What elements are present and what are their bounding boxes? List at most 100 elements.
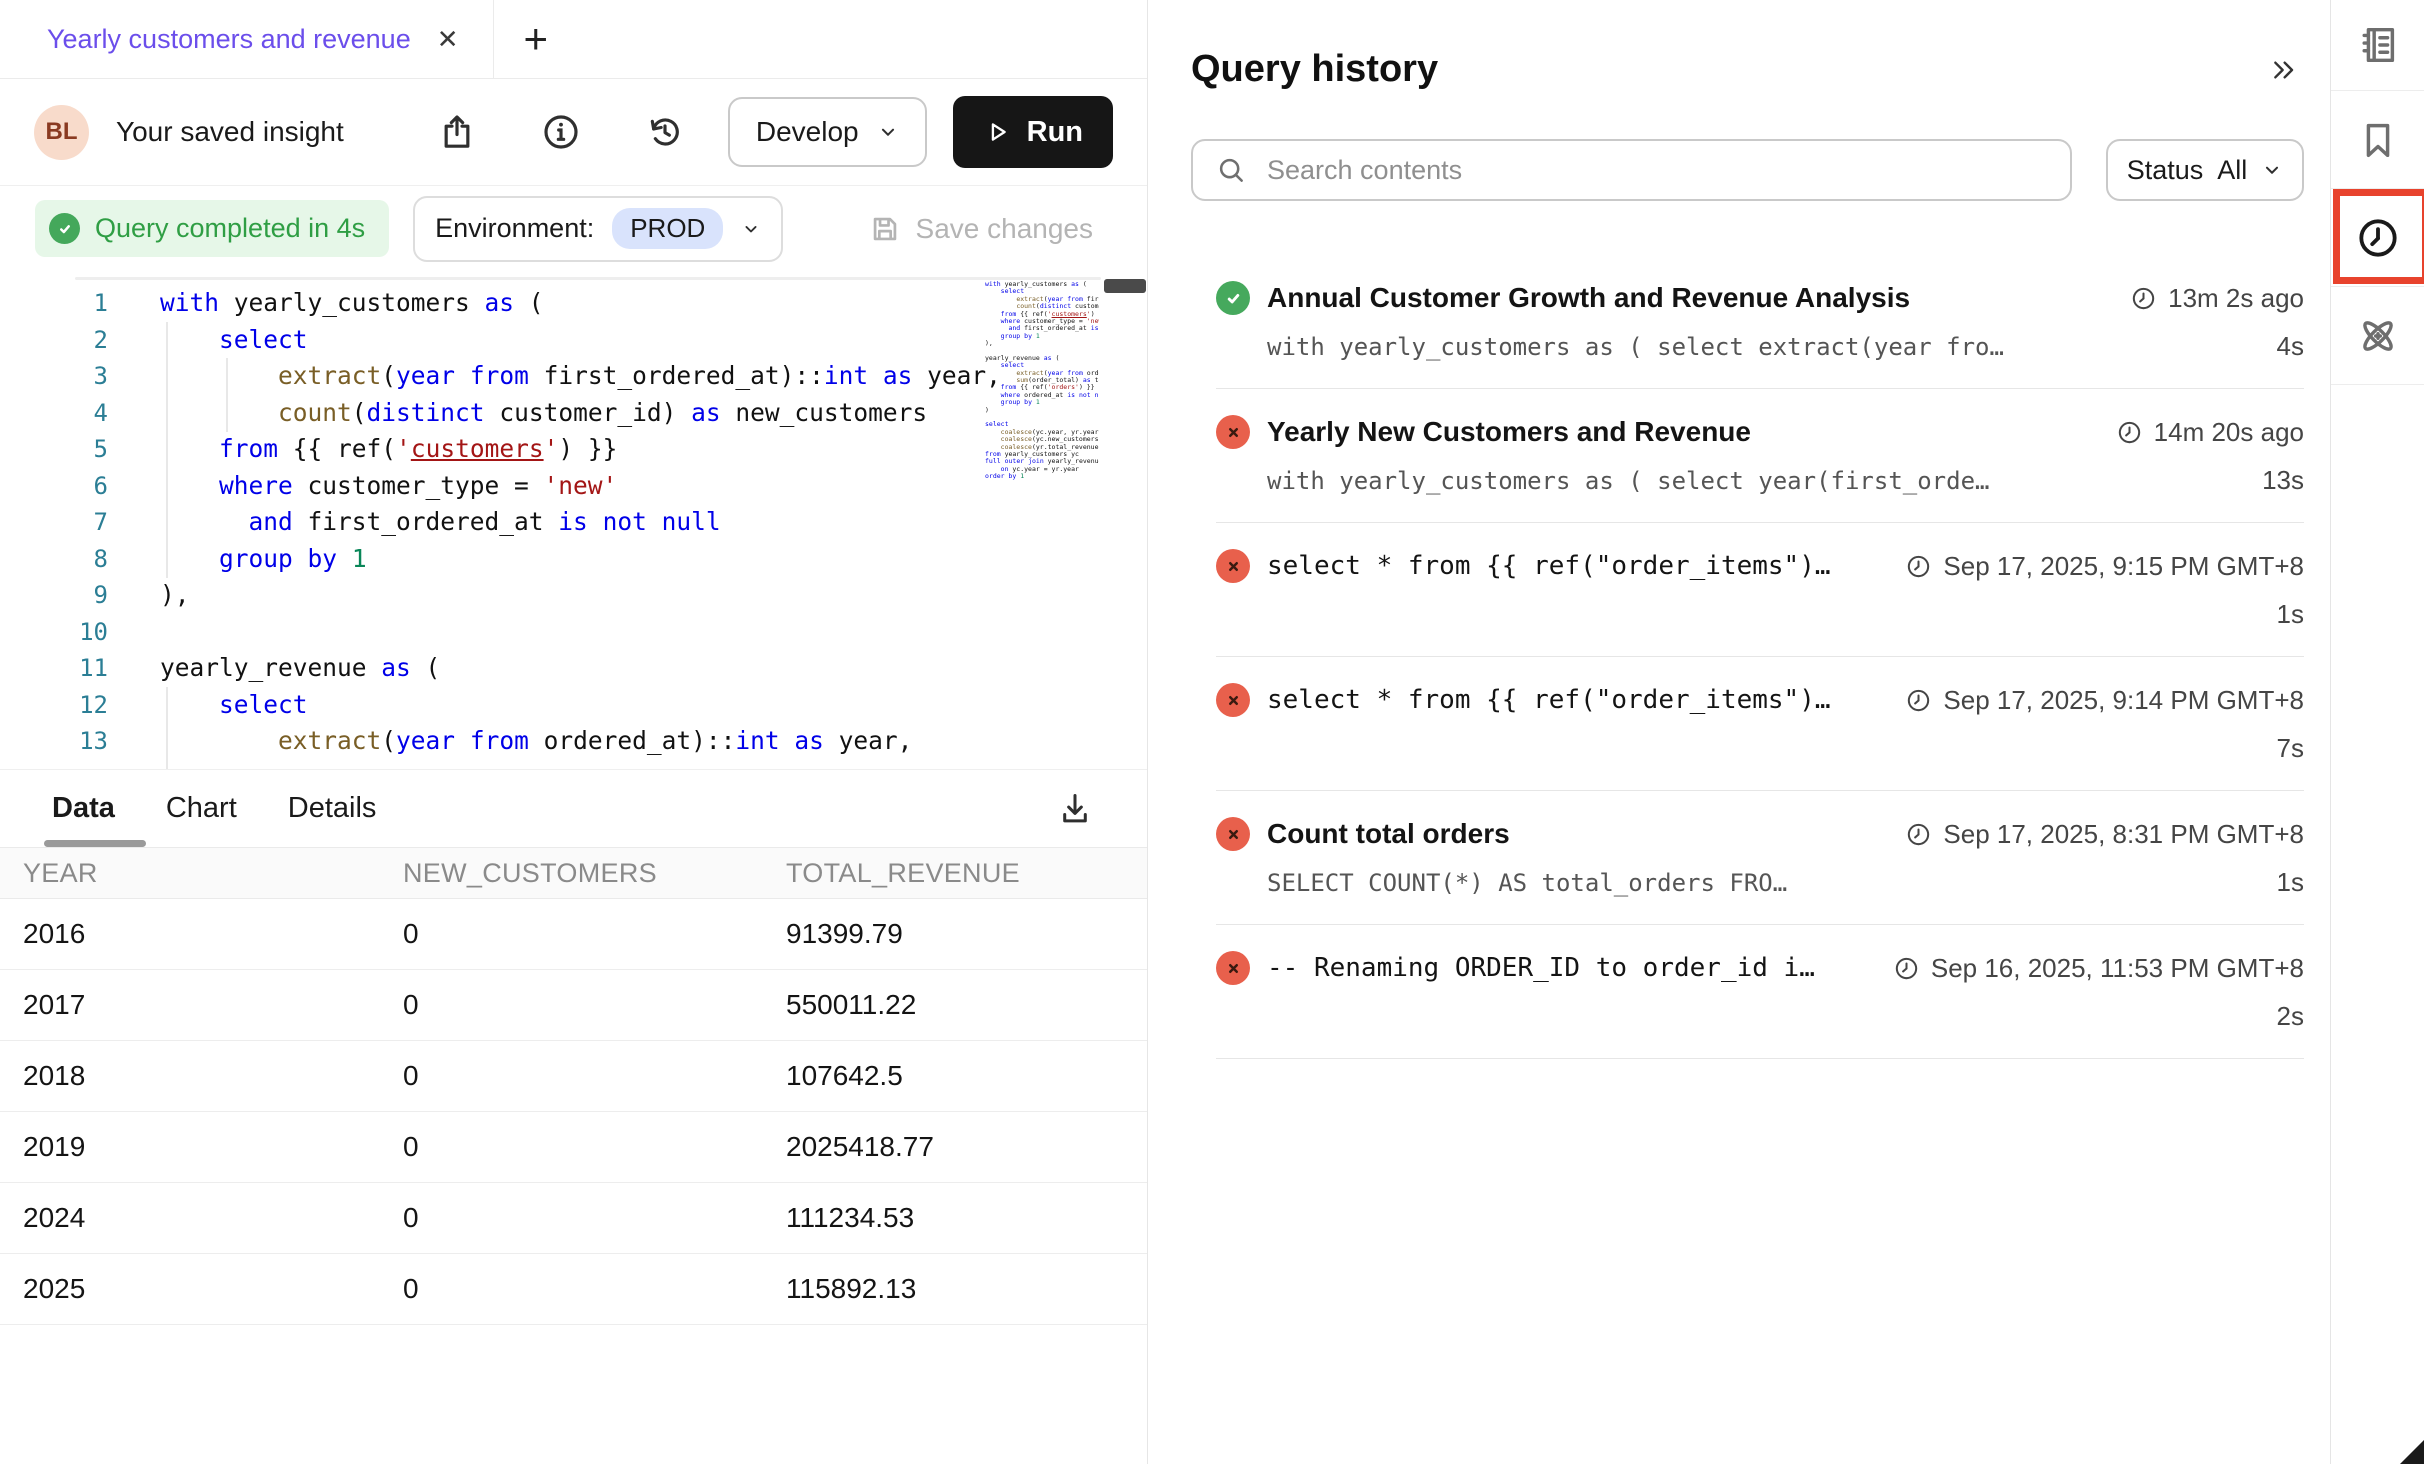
notebook-icon: [2355, 22, 2401, 68]
download-button[interactable]: [1053, 787, 1097, 831]
history-item-time: 14m 20s ago: [2116, 417, 2304, 448]
history-item[interactable]: select * from {{ ref("order_items")…Sep …: [1216, 523, 2304, 657]
line-number: 11: [0, 650, 108, 687]
editor-pane: Yearly customers and revenue ✕ + BL Your…: [0, 0, 1148, 1464]
avatar: BL: [34, 105, 89, 160]
share-button[interactable]: [434, 109, 480, 155]
bookmarks-button[interactable]: [2331, 91, 2424, 189]
table-row: 20180107642.5: [0, 1041, 1147, 1112]
editor-top-scrollbar[interactable]: [75, 277, 1101, 280]
info-button[interactable]: [538, 109, 584, 155]
history-list: Annual Customer Growth and Revenue Analy…: [1191, 255, 2304, 1059]
explore-button[interactable]: [2331, 287, 2424, 385]
play-icon: [983, 118, 1011, 146]
code-line[interactable]: select: [160, 322, 1001, 359]
version-history-button[interactable]: [642, 109, 688, 155]
error-icon: [1216, 549, 1250, 583]
table-body: 2016091399.7920170550011.2220180107642.5…: [0, 899, 1147, 1325]
develop-dropdown[interactable]: Develop: [728, 97, 927, 167]
code-line[interactable]: count(distinct customer_id) as new_custo…: [160, 395, 1001, 432]
tab-details[interactable]: Details: [288, 792, 377, 825]
save-changes-label: Save changes: [916, 213, 1093, 245]
new-tab-button[interactable]: +: [494, 0, 549, 78]
search-input[interactable]: [1265, 154, 2048, 187]
table-cell: 115892.13: [786, 1273, 1147, 1305]
code-line[interactable]: extract(year from ordered_at)::int as ye…: [160, 723, 1001, 760]
run-button[interactable]: Run: [953, 96, 1113, 168]
success-icon: [1216, 281, 1250, 315]
code-line[interactable]: [160, 614, 1001, 651]
history-item[interactable]: select * from {{ ref("order_items")…Sep …: [1216, 657, 2304, 791]
tab-yearly-customers-and-revenue[interactable]: Yearly customers and revenue ✕: [0, 0, 494, 78]
line-number: 4: [0, 395, 108, 432]
clock-icon: [2355, 215, 2401, 261]
line-number: 10: [0, 614, 108, 651]
history-item-duration: 2s: [2277, 1001, 2304, 1032]
environment-selector[interactable]: Environment: PROD: [413, 196, 783, 262]
line-number: 1: [0, 285, 108, 322]
collapse-panel-button[interactable]: [2264, 50, 2304, 90]
table-cell: 111234.53: [786, 1202, 1147, 1234]
run-label: Run: [1027, 116, 1083, 149]
history-item-time: Sep 16, 2025, 11:53 PM GMT+8: [1893, 953, 2304, 984]
code-line[interactable]: yearly_revenue as (: [160, 650, 1001, 687]
editor-scrollbar-thumb[interactable]: [1104, 279, 1146, 293]
table-cell: 2018: [23, 1060, 403, 1092]
table-cell: 0: [403, 1273, 786, 1305]
column-header[interactable]: YEAR: [23, 858, 403, 889]
tab-chart[interactable]: Chart: [166, 792, 237, 825]
sql-editor[interactable]: 12345678910111213 with yearly_customers …: [0, 271, 1147, 769]
code-line[interactable]: group by 1: [160, 541, 1001, 578]
history-item-time: Sep 17, 2025, 9:15 PM GMT+8: [1905, 551, 2304, 582]
history-icon: [645, 112, 685, 152]
status-bar: Query completed in 4s Environment: PROD …: [0, 186, 1147, 271]
status-filter-label: Status: [2127, 155, 2204, 186]
table-row: 20250115892.13: [0, 1254, 1147, 1325]
results-tab-bar: Data Chart Details: [0, 769, 1147, 847]
column-header[interactable]: NEW_CUSTOMERS: [403, 858, 786, 889]
history-item-duration: 7s: [2277, 733, 2304, 764]
history-item-snippet: with yearly_customers as ( select extrac…: [1267, 333, 2257, 361]
table-row: 2016091399.79: [0, 899, 1147, 970]
close-icon[interactable]: ✕: [437, 26, 459, 52]
code-line[interactable]: ),: [160, 577, 1001, 614]
line-number: 13: [0, 723, 108, 760]
resize-corner: [2400, 1440, 2424, 1464]
editor-code[interactable]: with yearly_customers as ( select extrac…: [160, 285, 1001, 760]
editor-gutter: 12345678910111213: [0, 285, 108, 760]
history-item[interactable]: -- Renaming ORDER_ID to order_id i…Sep 1…: [1216, 925, 2304, 1059]
tab-title: Yearly customers and revenue: [47, 24, 411, 55]
table-row: 20170550011.22: [0, 970, 1147, 1041]
tab-data[interactable]: Data: [52, 792, 115, 825]
check-circle-icon: [49, 213, 80, 244]
save-changes-button[interactable]: Save changes: [868, 212, 1093, 246]
history-item[interactable]: Yearly New Customers and Revenue14m 20s …: [1216, 389, 2304, 523]
bookmark-icon: [2355, 117, 2401, 163]
status-filter-dropdown[interactable]: Status All: [2106, 139, 2304, 201]
history-item-time: Sep 17, 2025, 8:31 PM GMT+8: [1905, 819, 2304, 850]
search-box[interactable]: [1191, 139, 2072, 201]
minimap[interactable]: with yearly_customers as ( select extrac…: [985, 281, 1099, 513]
history-item[interactable]: Count total ordersSep 17, 2025, 8:31 PM …: [1216, 791, 2304, 925]
table-row: 20240111234.53: [0, 1183, 1147, 1254]
history-item-title: -- Renaming ORDER_ID to order_id i…: [1267, 953, 1893, 983]
history-item[interactable]: Annual Customer Growth and Revenue Analy…: [1216, 255, 2304, 389]
code-line[interactable]: where customer_type = 'new': [160, 468, 1001, 505]
catalog-button[interactable]: [2331, 0, 2424, 91]
line-number: 9: [0, 577, 108, 614]
history-item-title: select * from {{ ref("order_items")…: [1267, 685, 1905, 715]
history-item-title: Yearly New Customers and Revenue: [1267, 416, 2116, 448]
code-line[interactable]: extract(year from first_ordered_at)::int…: [160, 358, 1001, 395]
table-cell: 91399.79: [786, 918, 1147, 950]
code-line[interactable]: from {{ ref('customers') }}: [160, 431, 1001, 468]
column-header[interactable]: TOTAL_REVENUE: [786, 858, 1147, 889]
history-item-duration: 1s: [2277, 867, 2304, 898]
query-history-button[interactable]: [2331, 189, 2424, 287]
line-number: 2: [0, 322, 108, 359]
code-line[interactable]: with yearly_customers as (: [160, 285, 1001, 322]
code-line[interactable]: and first_ordered_at is not null: [160, 504, 1001, 541]
tab-bar: Yearly customers and revenue ✕ +: [0, 0, 1147, 79]
panel-title: Query history: [1191, 48, 1438, 91]
download-icon: [1056, 790, 1094, 828]
code-line[interactable]: select: [160, 687, 1001, 724]
